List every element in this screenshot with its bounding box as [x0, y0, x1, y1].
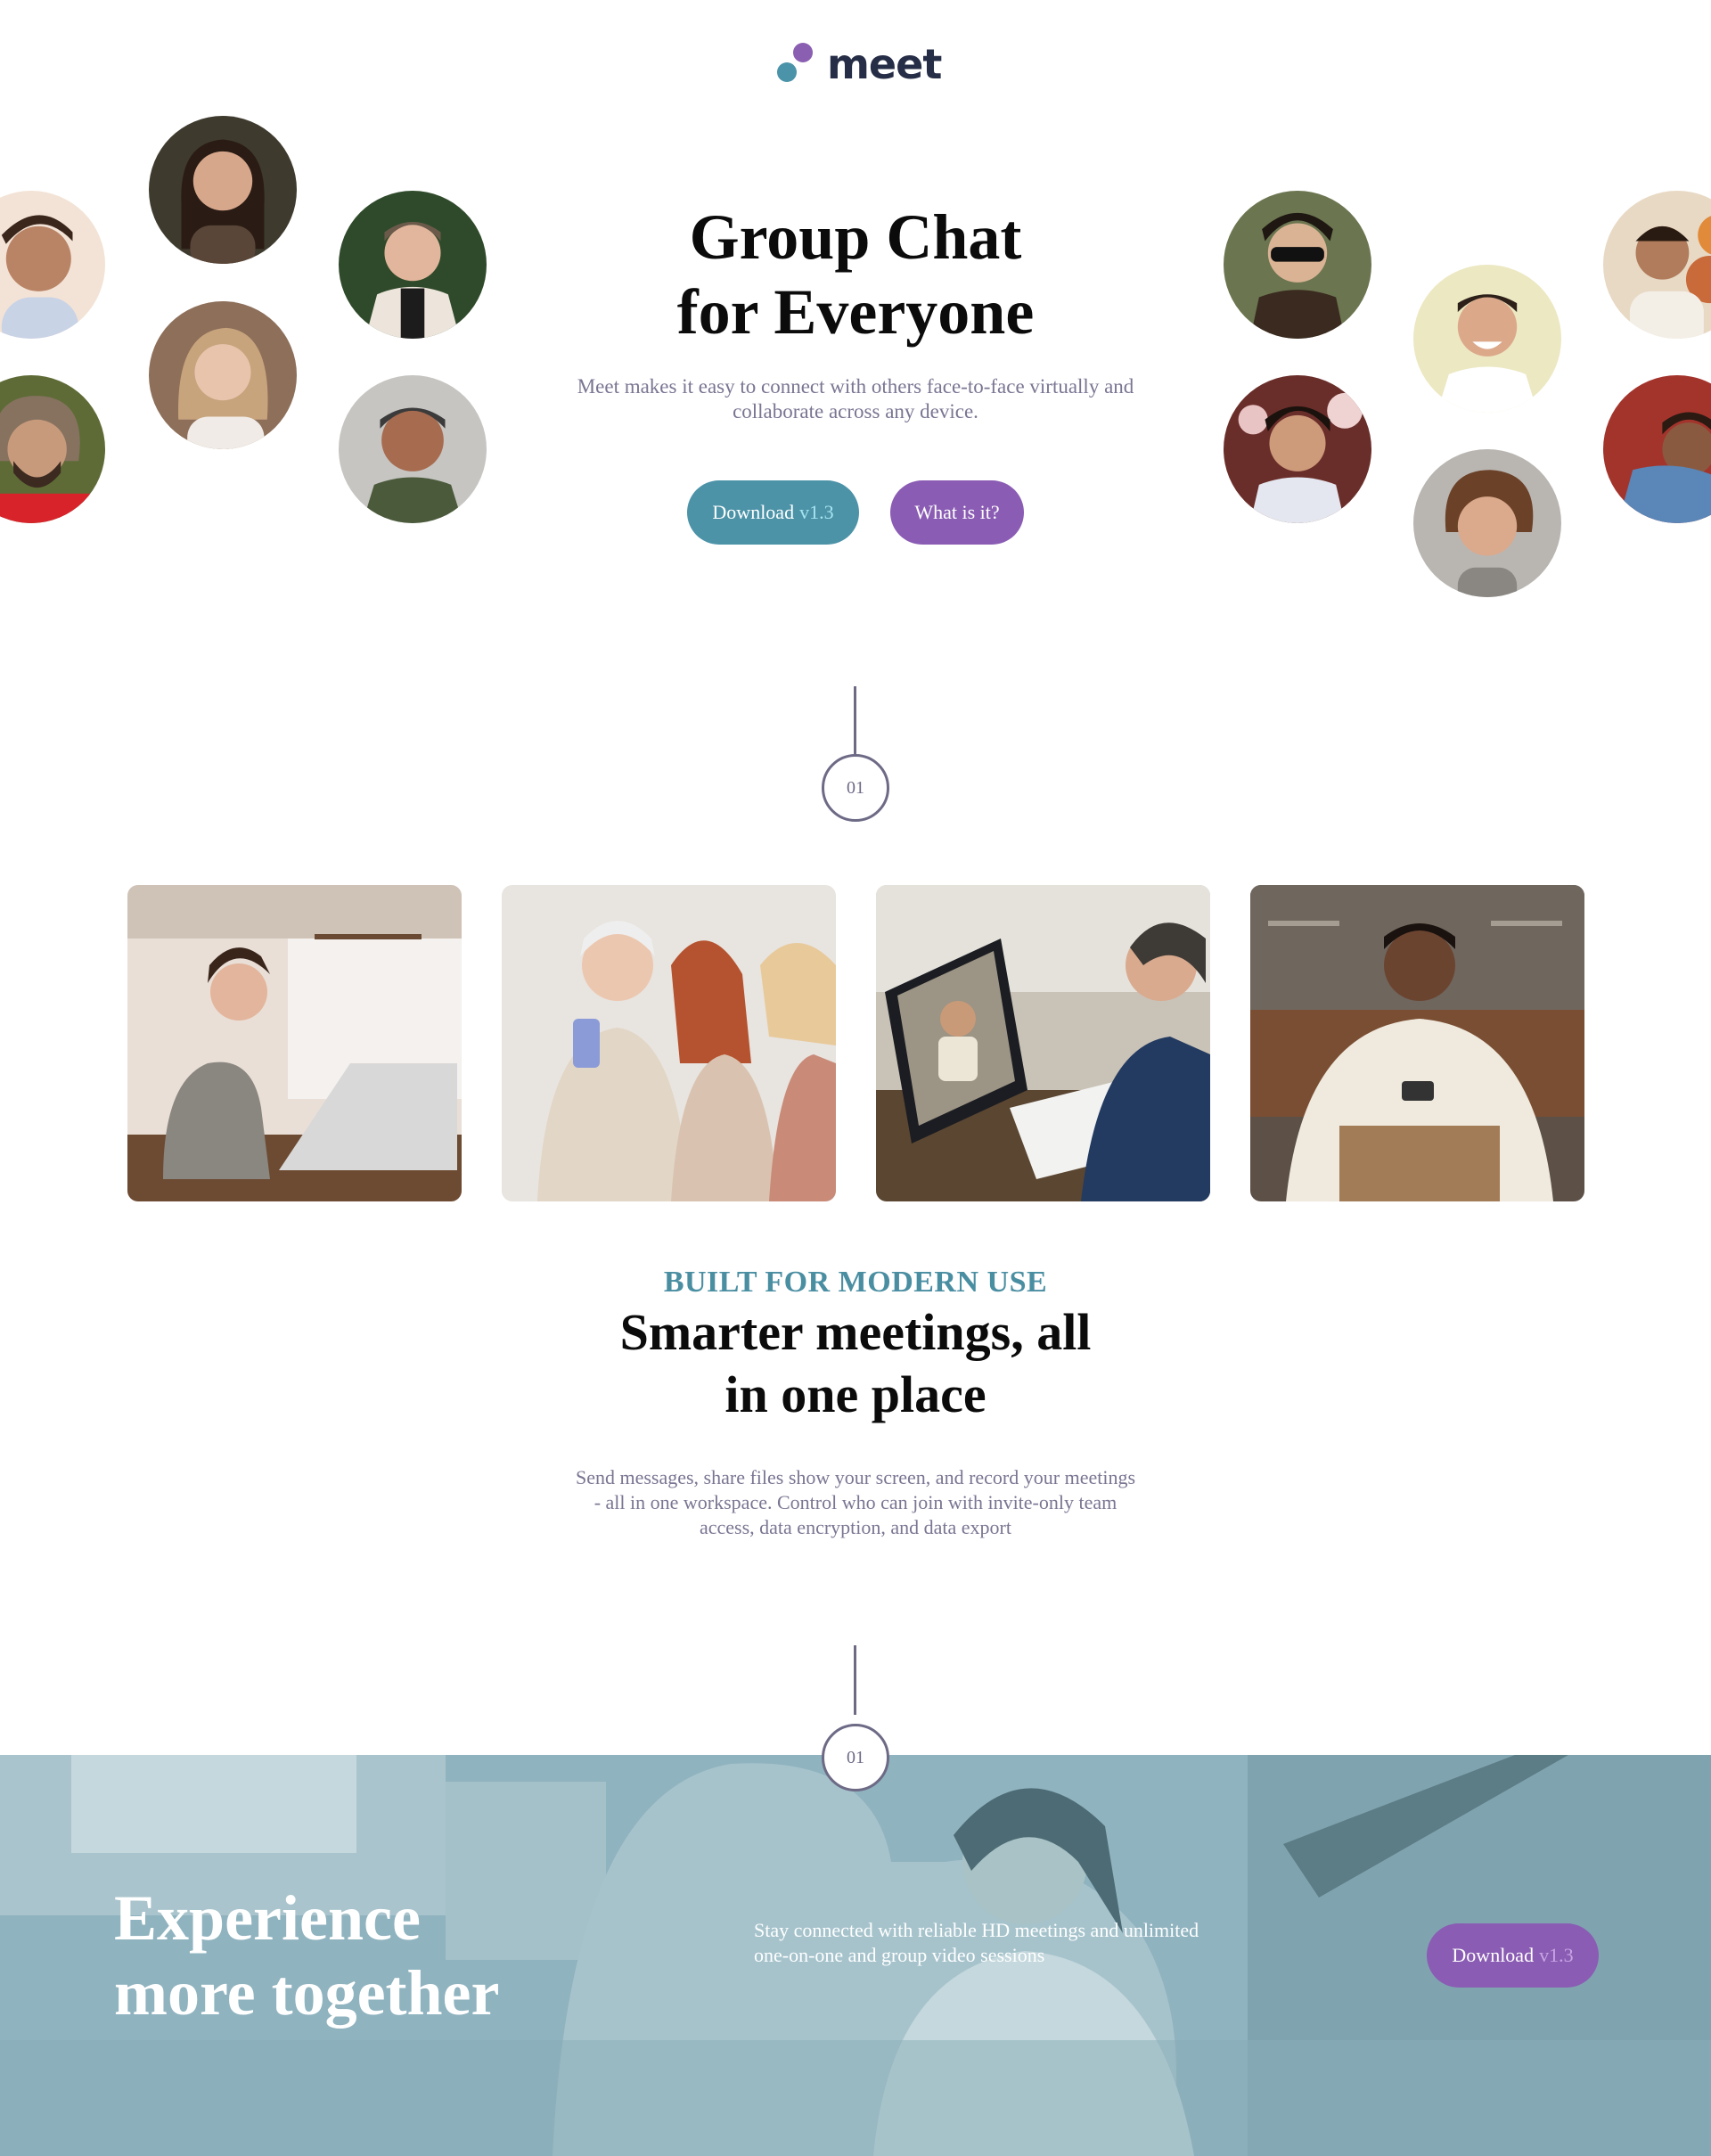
avatar-photo	[1603, 191, 1711, 339]
download-version: v1.3	[1539, 1944, 1574, 1966]
avatar-photo	[1603, 375, 1711, 523]
avatar-photo	[1413, 449, 1561, 597]
avatar-photo	[0, 375, 105, 523]
download-button-label: Download	[712, 501, 795, 523]
features-title: Smarter meetings, all in one place	[499, 1301, 1212, 1426]
avatar-photo	[339, 191, 487, 339]
avatar-photo	[339, 375, 487, 523]
features-title-line: in one place	[725, 1365, 986, 1423]
hero-title: Group Chat for Everyone	[588, 200, 1123, 349]
features-subtitle: Send messages, share files show your scr…	[575, 1466, 1136, 1538]
download-button-label: Download	[1452, 1944, 1535, 1966]
logo-dot-teal	[777, 62, 797, 82]
avatar-photo	[1224, 191, 1371, 339]
logo-wordmark: meet	[827, 40, 942, 88]
what-is-it-label: What is it?	[914, 501, 1000, 523]
feature-photo	[502, 885, 836, 1201]
step-connector	[854, 1645, 856, 1715]
avatar-photo	[1413, 265, 1561, 413]
avatar-photo	[149, 301, 297, 449]
what-is-it-button[interactable]: What is it?	[890, 480, 1024, 545]
hero-subtitle: Meet makes it easy to connect with other…	[577, 375, 1134, 422]
download-version: v1.3	[799, 501, 834, 523]
banner-download-button[interactable]: Download v1.3	[1427, 1923, 1599, 1988]
features-title-line: Smarter meetings, all	[619, 1303, 1092, 1361]
banner-title-line: more together	[114, 1957, 500, 2029]
avatar-photo	[1224, 375, 1371, 523]
avatar-photo	[0, 191, 105, 339]
avatar-photo	[149, 116, 297, 264]
step-marker: 01	[822, 1724, 889, 1791]
hero-title-line: Group Chat	[689, 201, 1022, 273]
features-eyebrow: BUILT FOR MODERN USE	[663, 1266, 1048, 1299]
banner-subtitle: Stay connected with reliable HD meetings…	[754, 1919, 1199, 1966]
logo-dot-purple	[793, 43, 813, 62]
logo[interactable]: meet	[775, 39, 942, 89]
hero-title-line: for Everyone	[676, 276, 1035, 348]
step-connector	[854, 686, 856, 756]
feature-photo	[876, 885, 1210, 1201]
feature-photo	[127, 885, 462, 1201]
banner-title-line: Experience	[114, 1882, 421, 1954]
download-button[interactable]: Download v1.3	[687, 480, 859, 545]
step-marker: 01	[822, 754, 889, 822]
feature-photo	[1250, 885, 1584, 1201]
banner-title: Experience more together	[114, 1881, 613, 2030]
